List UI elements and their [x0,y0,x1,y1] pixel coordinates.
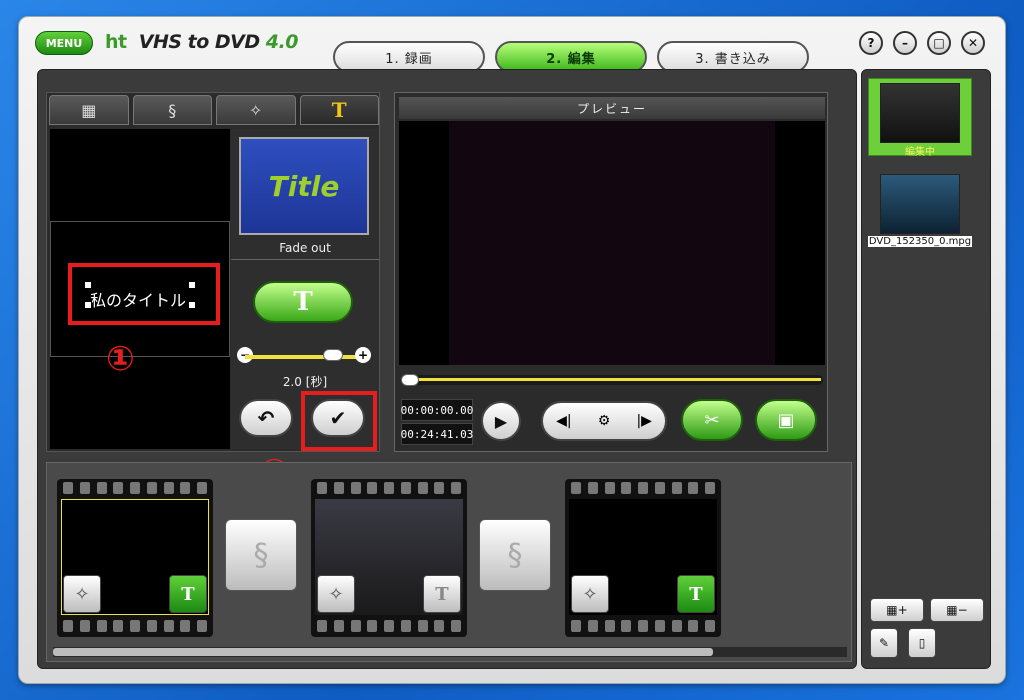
film-perforations [571,482,715,496]
media-label: DVD_152350_0.mpg [868,236,972,247]
logo-version: 4.0 [265,31,299,53]
magic-wand-icon[interactable]: ✧ [571,575,609,613]
title-controls: Title Fade out T − + 2.0 [秒] ↶ ✔ [231,129,379,451]
scrollbar-thumb[interactable] [53,648,713,656]
add-text-button[interactable]: T [253,281,353,323]
annotation-number-1: ① [106,339,135,379]
transition-slot[interactable]: § [225,519,297,591]
save-icon: ▣ [777,409,795,431]
annotation-box-2 [301,391,377,451]
media-label: 編集中 [905,147,935,158]
annotation-box-1 [68,263,220,325]
add-clip-button[interactable]: ▦+ [870,598,924,622]
frame-step-controls: ◀| ⚙ |▶ [541,401,667,441]
undo-button[interactable]: ↶ [239,399,293,437]
minimize-button[interactable]: – [893,31,917,55]
scissors-icon: ✂ [704,409,720,431]
film-remove-icon: ▦− [946,603,968,617]
device-button[interactable]: ▯ [908,628,936,658]
magic-wand-icon[interactable]: ✧ [63,575,101,613]
transition-icon: § [168,100,177,120]
title-preset-thumbnail[interactable]: Title [239,137,369,235]
clip-title-button[interactable]: T [423,575,461,613]
seek-bar[interactable] [401,374,823,386]
current-time: 00:00:00.00 [401,399,473,421]
film-perforations [571,620,715,634]
logo-name: VHS to DVD [138,31,260,53]
logo-prefix: ht [105,31,127,53]
duration-slider[interactable] [245,355,361,359]
device-icon: ▯ [918,636,926,650]
duration-label: 2.0 [秒] [282,375,328,389]
divider [231,259,379,260]
settings-gear-icon[interactable]: ⚙ [598,413,611,429]
preview-video [449,121,775,365]
undo-icon: ↶ [257,406,275,430]
filmstrip-icon: ▦ [81,100,97,120]
media-list: 編集中 DVD_152350_0.mpg ▦+ ▦− ✎ ▯ [861,69,991,669]
edit-pencil-button[interactable]: ✎ [870,628,898,658]
remove-clip-button[interactable]: ▦− [930,598,984,622]
tool-tabs: ▦ § ✧ T [47,93,381,127]
media-thumbnail [880,174,960,234]
edit-area: ▦ § ✧ T 私のタイトル ① Title Fade out T + 2.0 … [37,69,857,669]
timeline: ✧ T § ✧ T § ✧ T [46,462,852,662]
title-tab-icon: T [331,98,347,122]
media-item[interactable]: DVD_152350_0.mpg [868,174,972,252]
film-perforations [317,482,461,496]
tab-filmstrip[interactable]: ▦ [49,95,129,125]
film-perforations [63,482,207,496]
tab-title[interactable]: T [299,95,379,125]
seek-handle[interactable] [401,374,419,386]
timeline-clip[interactable]: ✧ T [311,479,467,637]
preview-screen [399,121,825,365]
tab-effect[interactable]: ✧ [216,95,296,125]
play-button[interactable]: ▶ [481,401,521,441]
slider-handle[interactable] [323,349,343,361]
app-logo: ht VHS to DVD 4.0 [105,31,298,53]
seek-bar-track [403,378,821,381]
title-canvas[interactable]: 私のタイトル ① [50,129,230,449]
tab-transition[interactable]: § [132,95,212,125]
preview-panel: プレビュー 00:00:00.00 00:24:41.03 ▶ ◀| ⚙ |▶ … [394,92,828,452]
app-window: MENU ht VHS to DVD 4.0 1. 録画 2. 編集 3. 書き… [18,16,1006,684]
save-button[interactable]: ▣ [755,399,817,441]
menu-button[interactable]: MENU [35,31,93,55]
film-perforations [63,620,207,634]
timeline-clip[interactable]: ✧ T [57,479,213,637]
magic-wand-icon[interactable]: ✧ [317,575,355,613]
media-item-active[interactable]: 編集中 [868,78,972,158]
film-add-icon: ▦+ [886,603,908,617]
step-forward-icon[interactable]: |▶ [636,413,651,429]
film-perforations [317,620,461,634]
timeline-scrollbar[interactable] [53,647,847,657]
cut-button[interactable]: ✂ [681,399,743,441]
tool-panel: ▦ § ✧ T 私のタイトル ① Title Fade out T + 2.0 … [46,92,380,452]
play-icon: ▶ [494,411,508,431]
timeline-clip[interactable]: ✧ T [565,479,721,637]
preset-label: Fade out [279,241,331,255]
pencil-icon: ✎ [878,636,890,650]
clip-title-button[interactable]: T [677,575,715,613]
media-thumbnail [880,83,960,143]
magic-wand-icon: ✧ [249,100,263,120]
preview-header: プレビュー [399,97,825,119]
transition-slot[interactable]: § [479,519,551,591]
plus-icon[interactable]: + [355,347,371,363]
help-button[interactable]: ? [859,31,883,55]
step-back-icon[interactable]: ◀| [556,413,571,429]
total-time: 00:24:41.03 [401,423,473,445]
transition-icon: § [253,537,269,573]
transition-icon: § [507,537,523,573]
close-button[interactable]: ✕ [961,31,985,55]
clip-title-button[interactable]: T [169,575,207,613]
maximize-button[interactable]: □ [927,31,951,55]
